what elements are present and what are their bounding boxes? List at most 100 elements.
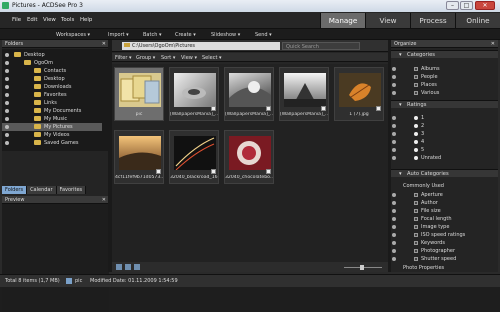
eye-icon[interactable] (392, 91, 396, 95)
folder-tree-item[interactable]: My Music (2, 115, 102, 123)
auto-category-item[interactable]: Focal length (421, 216, 452, 222)
create-menu[interactable]: Create ▾ (175, 32, 196, 38)
menu-view[interactable]: View (43, 17, 56, 23)
ratings-section-header[interactable]: ▾ Ratings (391, 100, 498, 108)
folder-tree-item[interactable]: Favorites (2, 91, 102, 99)
tab-folders[interactable]: Folders (2, 186, 28, 194)
eye-icon[interactable] (392, 67, 396, 71)
select-checkbox[interactable] (156, 169, 161, 174)
eye-icon[interactable] (392, 201, 396, 205)
rating-item[interactable]: 5 (421, 147, 424, 153)
menu-file[interactable]: File (12, 17, 21, 23)
category-checkbox[interactable] (414, 83, 418, 87)
close-icon[interactable]: ✕ (491, 40, 495, 48)
eye-icon[interactable] (392, 209, 396, 213)
thumbnail-item[interactable]: [WallpapersMania]_... (224, 67, 274, 121)
menu-edit[interactable]: Edit (27, 17, 37, 23)
category-checkbox[interactable] (414, 241, 418, 245)
mode-process[interactable]: Process (410, 13, 455, 28)
category-checkbox[interactable] (414, 217, 418, 221)
folder-tree-item[interactable]: My Pictures (2, 123, 102, 131)
select-checkbox[interactable] (211, 169, 216, 174)
eye-icon[interactable] (5, 85, 9, 89)
folder-tree-item[interactable]: My Documents (2, 107, 102, 115)
close-button[interactable]: ✕ (475, 1, 495, 10)
rating-item[interactable]: 2 (421, 123, 424, 129)
auto-category-item[interactable]: ISO speed ratings (421, 232, 465, 238)
category-item[interactable]: Various (421, 90, 439, 96)
category-item[interactable]: People (421, 74, 438, 80)
auto-group-label[interactable]: Commonly Used (403, 183, 444, 189)
view-mode-icon[interactable] (134, 264, 140, 270)
tab-calendar[interactable]: Calendar (27, 186, 57, 194)
thumbnail-item[interactable]: 1 (7).jpg (334, 67, 384, 121)
eye-icon[interactable] (5, 125, 9, 129)
auto-category-item[interactable]: Shutter speed (421, 256, 456, 262)
select-checkbox[interactable] (266, 169, 271, 174)
category-item[interactable]: Albums (421, 66, 440, 72)
category-checkbox[interactable] (414, 249, 418, 253)
eye-icon[interactable] (392, 241, 396, 245)
rating-radio[interactable] (414, 148, 418, 152)
folder-tree-item[interactable]: My Videos (2, 131, 102, 139)
folder-tree-item[interactable]: Saved Games (2, 139, 102, 147)
eye-icon[interactable] (5, 69, 9, 73)
zoom-slider-handle[interactable] (360, 265, 364, 270)
category-checkbox[interactable] (414, 201, 418, 205)
category-checkbox[interactable] (414, 193, 418, 197)
auto-category-item[interactable]: Image type (421, 224, 449, 230)
mode-online[interactable]: Online (455, 13, 500, 28)
slideshow-menu[interactable]: Slideshow ▾ (211, 32, 240, 38)
thumbnail-item[interactable]: 32040_blackroad_16... (169, 130, 219, 184)
view-menu[interactable]: View ▾ (181, 55, 197, 61)
category-checkbox[interactable] (414, 257, 418, 261)
category-checkbox[interactable] (414, 91, 418, 95)
eye-icon[interactable] (392, 75, 396, 79)
eye-icon[interactable] (392, 225, 396, 229)
category-checkbox[interactable] (414, 209, 418, 213)
maximize-button[interactable]: □ (460, 1, 473, 10)
eye-icon[interactable] (5, 101, 9, 105)
eye-icon[interactable] (392, 156, 396, 160)
folder-tree-item[interactable]: Desktop (2, 51, 102, 59)
rating-radio[interactable] (414, 140, 418, 144)
menu-help[interactable]: Help (80, 17, 92, 23)
eye-icon[interactable] (5, 141, 9, 145)
rating-radio[interactable] (414, 116, 418, 120)
close-icon[interactable]: ✕ (102, 40, 106, 48)
eye-icon[interactable] (392, 148, 396, 152)
eye-icon[interactable] (392, 217, 396, 221)
eye-icon[interactable] (5, 77, 9, 81)
menu-tools[interactable]: Tools (61, 17, 74, 23)
eye-icon[interactable] (392, 140, 396, 144)
auto-category-item[interactable]: Photographer (421, 248, 455, 254)
folder-tree-item[interactable]: Desktop (2, 75, 102, 83)
folder-tree-item[interactable]: OgoOm (2, 59, 102, 67)
import-menu[interactable]: Import ▾ (108, 32, 129, 38)
eye-icon[interactable] (392, 249, 396, 253)
eye-icon[interactable] (392, 233, 396, 237)
sort-menu[interactable]: Sort ▾ (161, 55, 175, 61)
rating-item[interactable]: 4 (421, 139, 424, 145)
eye-icon[interactable] (392, 116, 396, 120)
category-item[interactable]: Places (421, 82, 437, 88)
eye-icon[interactable] (5, 61, 9, 65)
categories-section-header[interactable]: ▾ Categories (391, 50, 498, 58)
mode-view[interactable]: View (365, 13, 410, 28)
select-checkbox[interactable] (266, 106, 271, 111)
thumbnail-item[interactable]: pic (114, 67, 164, 121)
rating-radio[interactable] (414, 132, 418, 136)
rating-item[interactable]: 1 (421, 115, 424, 121)
filter-menu[interactable]: Filter ▾ (115, 55, 131, 61)
select-checkbox[interactable] (321, 106, 326, 111)
rating-radio[interactable] (414, 124, 418, 128)
view-mode-icon[interactable] (116, 264, 122, 270)
folder-tree-item[interactable]: Contacts (2, 67, 102, 75)
workspaces-menu[interactable]: Workspaces ▾ (56, 32, 90, 38)
auto-category-item[interactable]: File size (421, 208, 441, 214)
send-menu[interactable]: Send ▾ (255, 32, 272, 38)
mode-manage[interactable]: Manage (320, 13, 365, 28)
eye-icon[interactable] (5, 53, 9, 57)
tab-favorites[interactable]: Favorites (56, 186, 87, 194)
auto-category-item[interactable]: Keywords (421, 240, 445, 246)
